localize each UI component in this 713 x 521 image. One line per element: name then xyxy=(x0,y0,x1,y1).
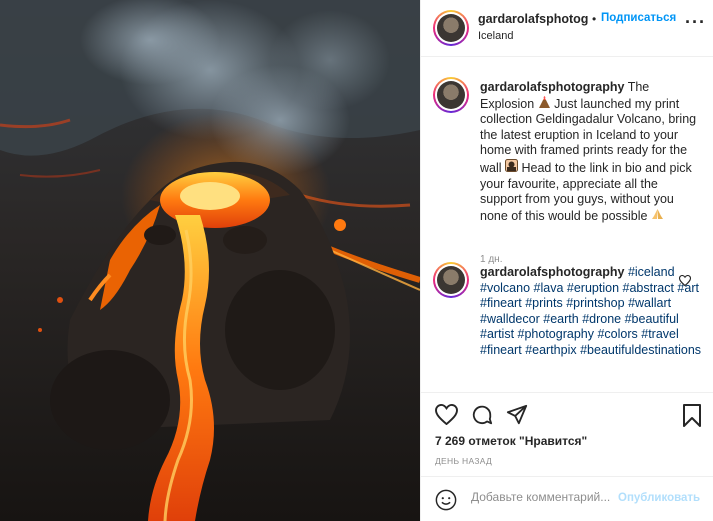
separator-dot: • xyxy=(592,12,597,26)
comment-input[interactable] xyxy=(471,490,617,504)
save-bookmark-icon[interactable] xyxy=(682,404,702,432)
comments-list[interactable]: gardarolafsphotography The Explosion Jus… xyxy=(421,57,713,392)
location-link[interactable]: Iceland xyxy=(478,30,513,42)
hashtag-link[interactable]: #beautiful xyxy=(625,312,679,326)
caption-username[interactable]: gardarolafsphotography xyxy=(480,80,624,94)
volcano-emoji-icon xyxy=(538,95,551,111)
avatar[interactable] xyxy=(433,77,469,113)
woman-frame-emoji-icon xyxy=(505,158,519,175)
avatar-image xyxy=(437,266,465,294)
hashtag-link[interactable]: #photography xyxy=(518,327,594,341)
caption: gardarolafsphotography The Explosion Jus… xyxy=(433,77,703,265)
hashtag-link[interactable]: #walldecor xyxy=(480,312,540,326)
hashtag-link[interactable]: #fineart xyxy=(480,296,522,310)
hashtag-link[interactable]: #abstract xyxy=(623,281,674,295)
hashtag-link[interactable]: #printshop xyxy=(566,296,624,310)
hashtag-link[interactable]: #prints xyxy=(525,296,563,310)
post-image[interactable] xyxy=(0,0,420,521)
folded-hands-emoji-icon xyxy=(651,208,664,223)
add-comment-bar: Опубликовать xyxy=(421,476,713,521)
publish-button[interactable]: Опубликовать xyxy=(618,492,700,504)
hashtag-link[interactable]: #volcano xyxy=(480,281,530,295)
hashtag-link[interactable]: #eruption xyxy=(567,281,619,295)
hashtag-link[interactable]: #colors xyxy=(597,327,637,341)
hashtag-link[interactable]: #travel xyxy=(641,327,679,341)
comment-username[interactable]: gardarolafsphotography xyxy=(480,265,624,279)
avatar-image xyxy=(437,14,465,42)
header-username[interactable]: gardarolafsphotog xyxy=(478,12,588,26)
hashtag-link[interactable]: #fineart xyxy=(480,343,522,357)
post-date[interactable]: ДЕНЬ НАЗАД xyxy=(435,456,492,466)
hashtag-link[interactable]: #iceland xyxy=(628,265,675,279)
caption-text: gardarolafsphotography The Explosion Jus… xyxy=(480,80,703,224)
avatar[interactable] xyxy=(433,262,469,298)
avatar[interactable] xyxy=(433,10,469,46)
emoji-smiley-icon[interactable] xyxy=(435,489,457,516)
post-header: gardarolafsphotog • Подписаться Iceland … xyxy=(421,0,713,57)
likes-count[interactable]: 7 269 отметок "Нравится" xyxy=(435,434,587,448)
avatar-image xyxy=(437,81,465,109)
hashtag-link[interactable]: #earthpix xyxy=(525,343,576,357)
hashtag-link[interactable]: #wallart xyxy=(628,296,671,310)
comment-bubble-icon[interactable] xyxy=(471,404,493,431)
share-paper-plane-icon[interactable] xyxy=(506,404,528,431)
hashtag-link[interactable]: #beautifuldestinations xyxy=(580,343,701,357)
comment-text: gardarolafsphotography #iceland #volcano… xyxy=(480,265,703,359)
hashtag-link[interactable]: #artist xyxy=(480,327,514,341)
like-heart-icon[interactable] xyxy=(435,403,458,430)
hashtag-link[interactable]: #lava xyxy=(534,281,564,295)
post-side-panel: gardarolafsphotog • Подписаться Iceland … xyxy=(420,0,713,521)
comment-like-heart-icon[interactable] xyxy=(678,273,692,291)
hashtag-link[interactable]: #earth xyxy=(543,312,578,326)
comment-item: gardarolafsphotography #iceland #volcano… xyxy=(433,262,703,392)
follow-button[interactable]: Подписаться xyxy=(601,12,676,24)
more-options-icon[interactable]: ··· xyxy=(685,13,706,31)
volcano-photo xyxy=(0,0,420,521)
hashtag-link[interactable]: #drone xyxy=(582,312,621,326)
